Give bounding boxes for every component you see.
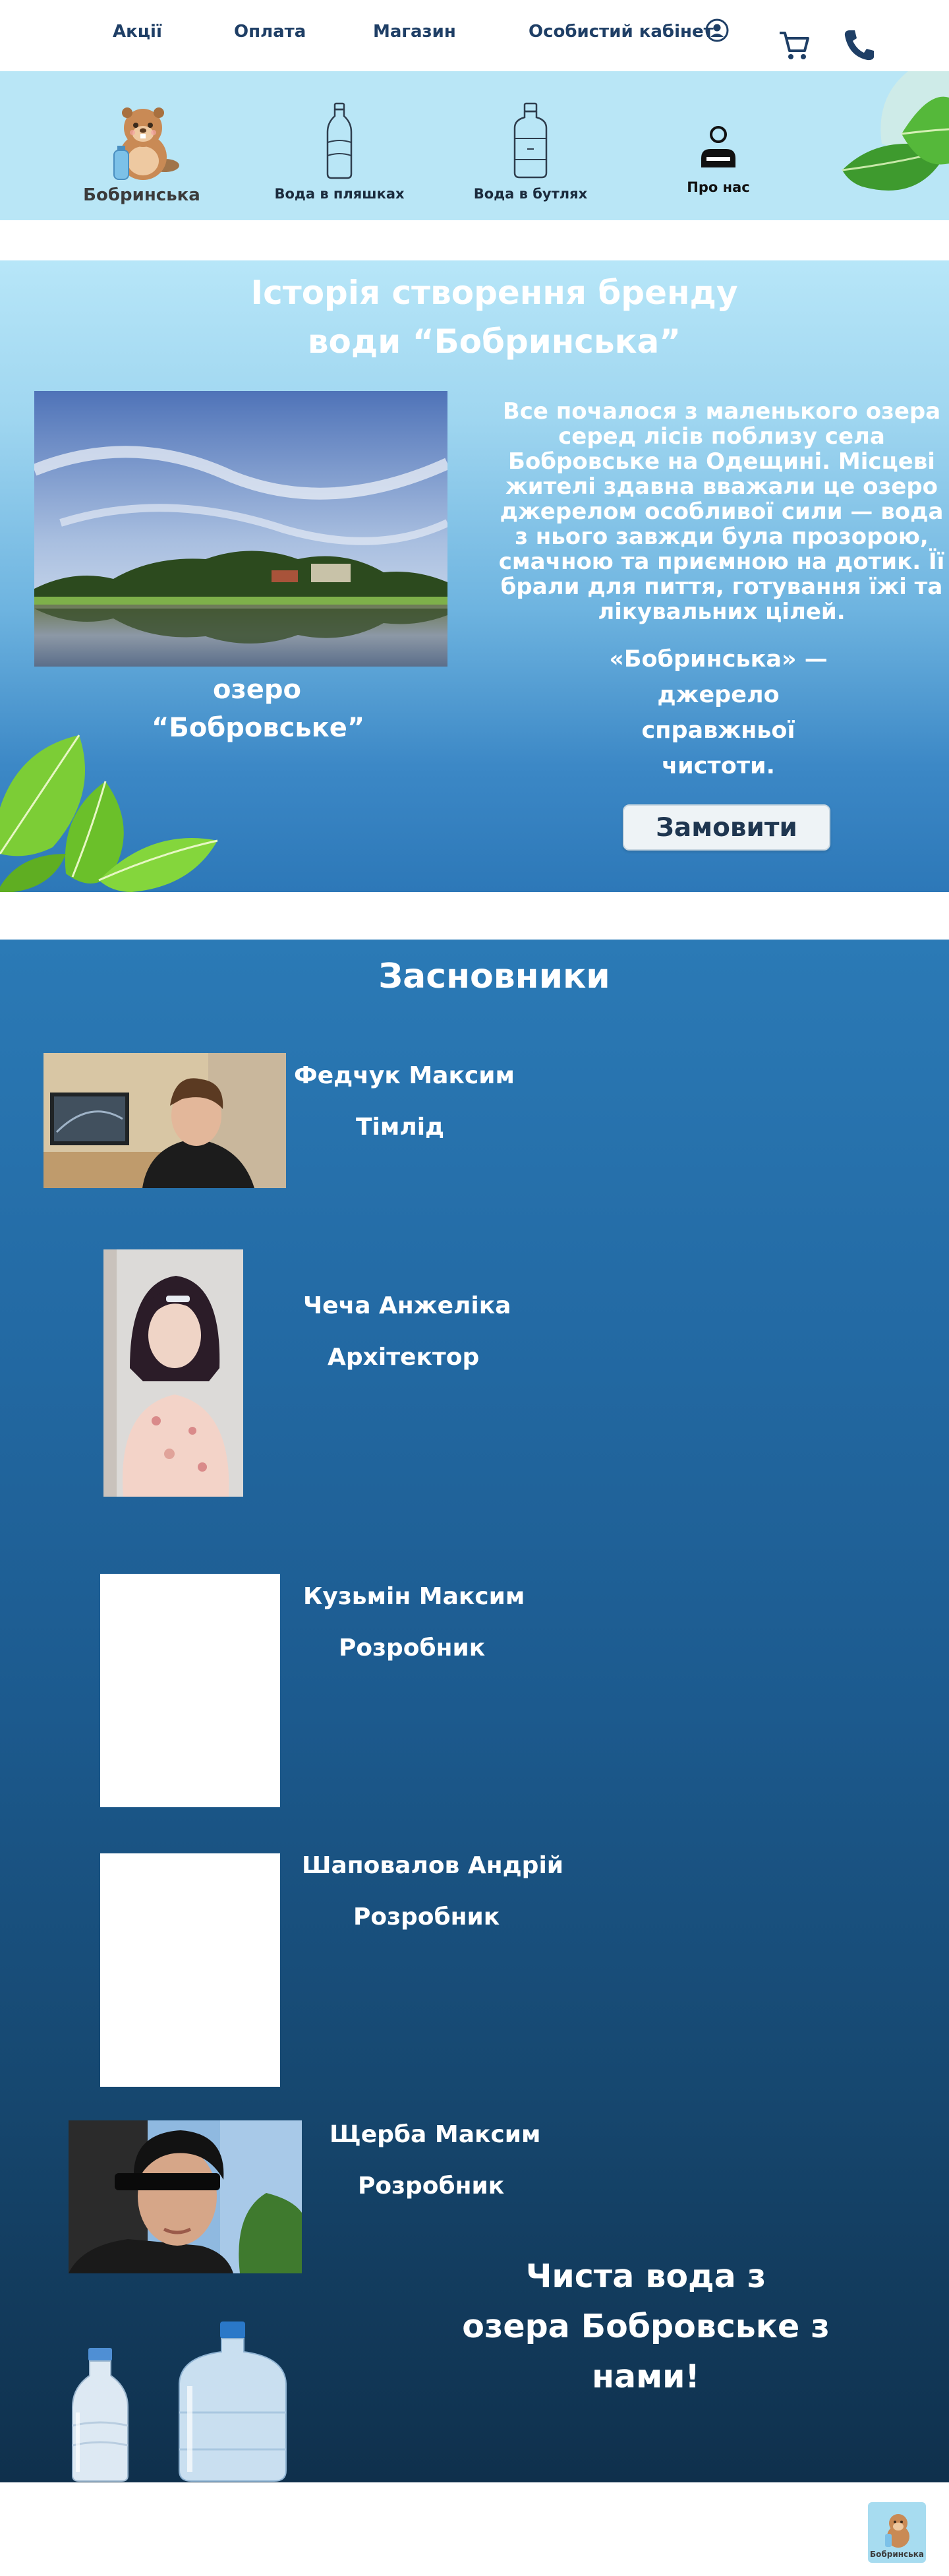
bottle-icon	[326, 102, 353, 179]
footer-logo[interactable]: Бобринська	[868, 2502, 926, 2563]
person-icon	[701, 126, 735, 167]
category-label-jugs: Вода в бутлях	[473, 186, 588, 202]
category-jugs[interactable]: Вода в бутлях	[468, 71, 593, 220]
slogan-line1: Чиста вода з	[525, 2258, 766, 2295]
water-jug-icon	[179, 2321, 287, 2482]
nav-link-promotions[interactable]: Акції	[113, 22, 162, 42]
category-band: Бобринська Вода в пляшках Вода в бутлях …	[0, 71, 949, 220]
founders-title: Засновники	[378, 957, 610, 996]
founder-role: Розробник	[358, 2172, 505, 2200]
water-bottle-icon	[72, 2348, 129, 2482]
history-paragraph: Все почалося з маленького озера серед лі…	[498, 398, 945, 625]
founder-name: Шаповалов Андрій	[302, 1852, 564, 1879]
nav-link-payment[interactable]: Оплата	[234, 22, 306, 42]
history-section: Історія створення бренду води “Бобринськ…	[0, 260, 949, 892]
category-label-about: Про нас	[687, 179, 750, 195]
nav-link-shop[interactable]: Магазин	[373, 22, 456, 42]
cart-icon[interactable]	[778, 29, 811, 62]
category-label-brand: Бобринська	[83, 185, 200, 205]
founder-role: Розробник	[353, 1903, 500, 1931]
history-title-line1: Історія створення бренду	[250, 274, 738, 312]
founder-photo-fedchuk	[43, 1053, 286, 1188]
founder-photo-shcherba	[69, 2120, 302, 2273]
nav-link-account[interactable]: Особистий кабінет	[529, 22, 714, 42]
leaves-decoration-icon	[842, 71, 949, 191]
category-label-bottles: Вода в пляшках	[274, 186, 405, 202]
founder-photo-kuzmin	[100, 1574, 280, 1807]
founder-photo-shapovalov	[100, 1853, 280, 2087]
founder-name: Чеча Анжеліка	[303, 1292, 511, 1319]
footer-logo-label: Бобринська	[869, 2550, 924, 2559]
category-bottles[interactable]: Вода в пляшках	[274, 71, 405, 220]
founder-role: Архітектор	[328, 1344, 480, 1371]
history-quote: «Бобринська» — джерело справжньої чистот…	[609, 646, 828, 779]
founder-photo-checha	[103, 1249, 243, 1497]
founder-role: Розробник	[339, 1634, 486, 1662]
order-button[interactable]: Замовити	[623, 804, 830, 851]
phone-icon[interactable]	[842, 28, 875, 62]
slogan: Чиста вода з озера Бобровське з нами!	[415, 2252, 877, 2402]
jug-icon	[513, 102, 548, 179]
leaves-bottom-icon	[0, 734, 218, 892]
founder-name: Федчук Максим	[294, 1062, 515, 1089]
history-title-line2: води “Бобринська”	[307, 322, 681, 361]
founder-role: Тімлід	[356, 1114, 445, 1141]
lake-photo	[34, 391, 447, 667]
user-circle-icon[interactable]	[705, 18, 730, 43]
slogan-line2: озера Бобровське з нами!	[462, 2308, 830, 2395]
category-about[interactable]: Про нас	[659, 71, 778, 220]
founder-name: Щерба Максим	[330, 2121, 541, 2148]
beaver-logo-icon	[885, 2514, 909, 2548]
founder-name: Кузьмін Максим	[303, 1583, 525, 1610]
footer: Бобринська	[0, 2482, 949, 2576]
top-navbar: Акції Оплата Магазин Особистий кабінет	[0, 0, 949, 71]
beaver-logo-icon	[113, 107, 179, 180]
category-brand[interactable]: Бобринська	[83, 71, 200, 220]
founders-section: Засновники Федчук Максим Тімлід Чеча Анж…	[0, 940, 949, 2482]
